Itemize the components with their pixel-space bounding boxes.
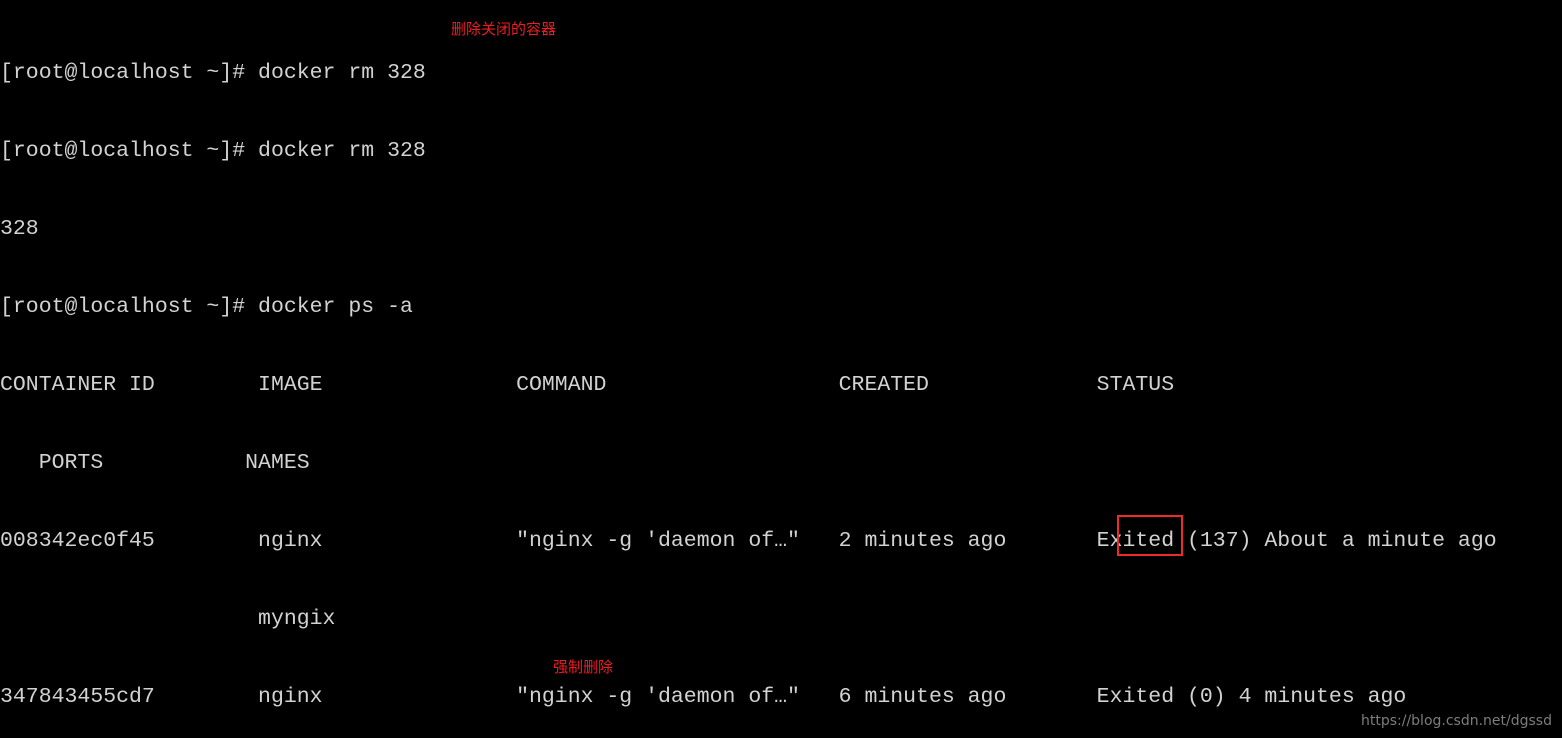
table-row-names-wrap: myngix (0, 607, 336, 631)
annotation-delete-stopped-container: 删除关闭的容器 (451, 20, 557, 38)
terminal-window[interactable]: [root@localhost ~]# docker rm 328 [root@… (0, 0, 1562, 738)
terminal-screen: [root@localhost ~]# docker rm 328 [root@… (0, 0, 1562, 738)
table-row: 347843455cd7 nginx "nginx -g 'daemon of…… (0, 685, 1407, 709)
terminal-line-command-ps-a: [root@localhost ~]# docker ps -a (0, 295, 413, 319)
highlight-box-up-status (1117, 515, 1183, 556)
terminal-line-output-328: 328 (0, 217, 39, 241)
terminal-line-command-rm-328: [root@localhost ~]# docker rm 328 (0, 139, 426, 163)
terminal-line-ps-a-header-wrap: PORTS NAMES (0, 451, 310, 475)
watermark-url: https://blog.csdn.net/dgssd (1360, 713, 1552, 729)
table-row: 008342ec0f45 nginx "nginx -g 'daemon of…… (0, 529, 1497, 553)
terminal-line-ps-a-header: CONTAINER ID IMAGE COMMAND CREATED STATU… (0, 373, 1175, 397)
annotation-force-delete: 强制删除 (553, 658, 614, 676)
terminal-line-partial-top: [root@localhost ~]# docker rm 328 (0, 61, 426, 85)
